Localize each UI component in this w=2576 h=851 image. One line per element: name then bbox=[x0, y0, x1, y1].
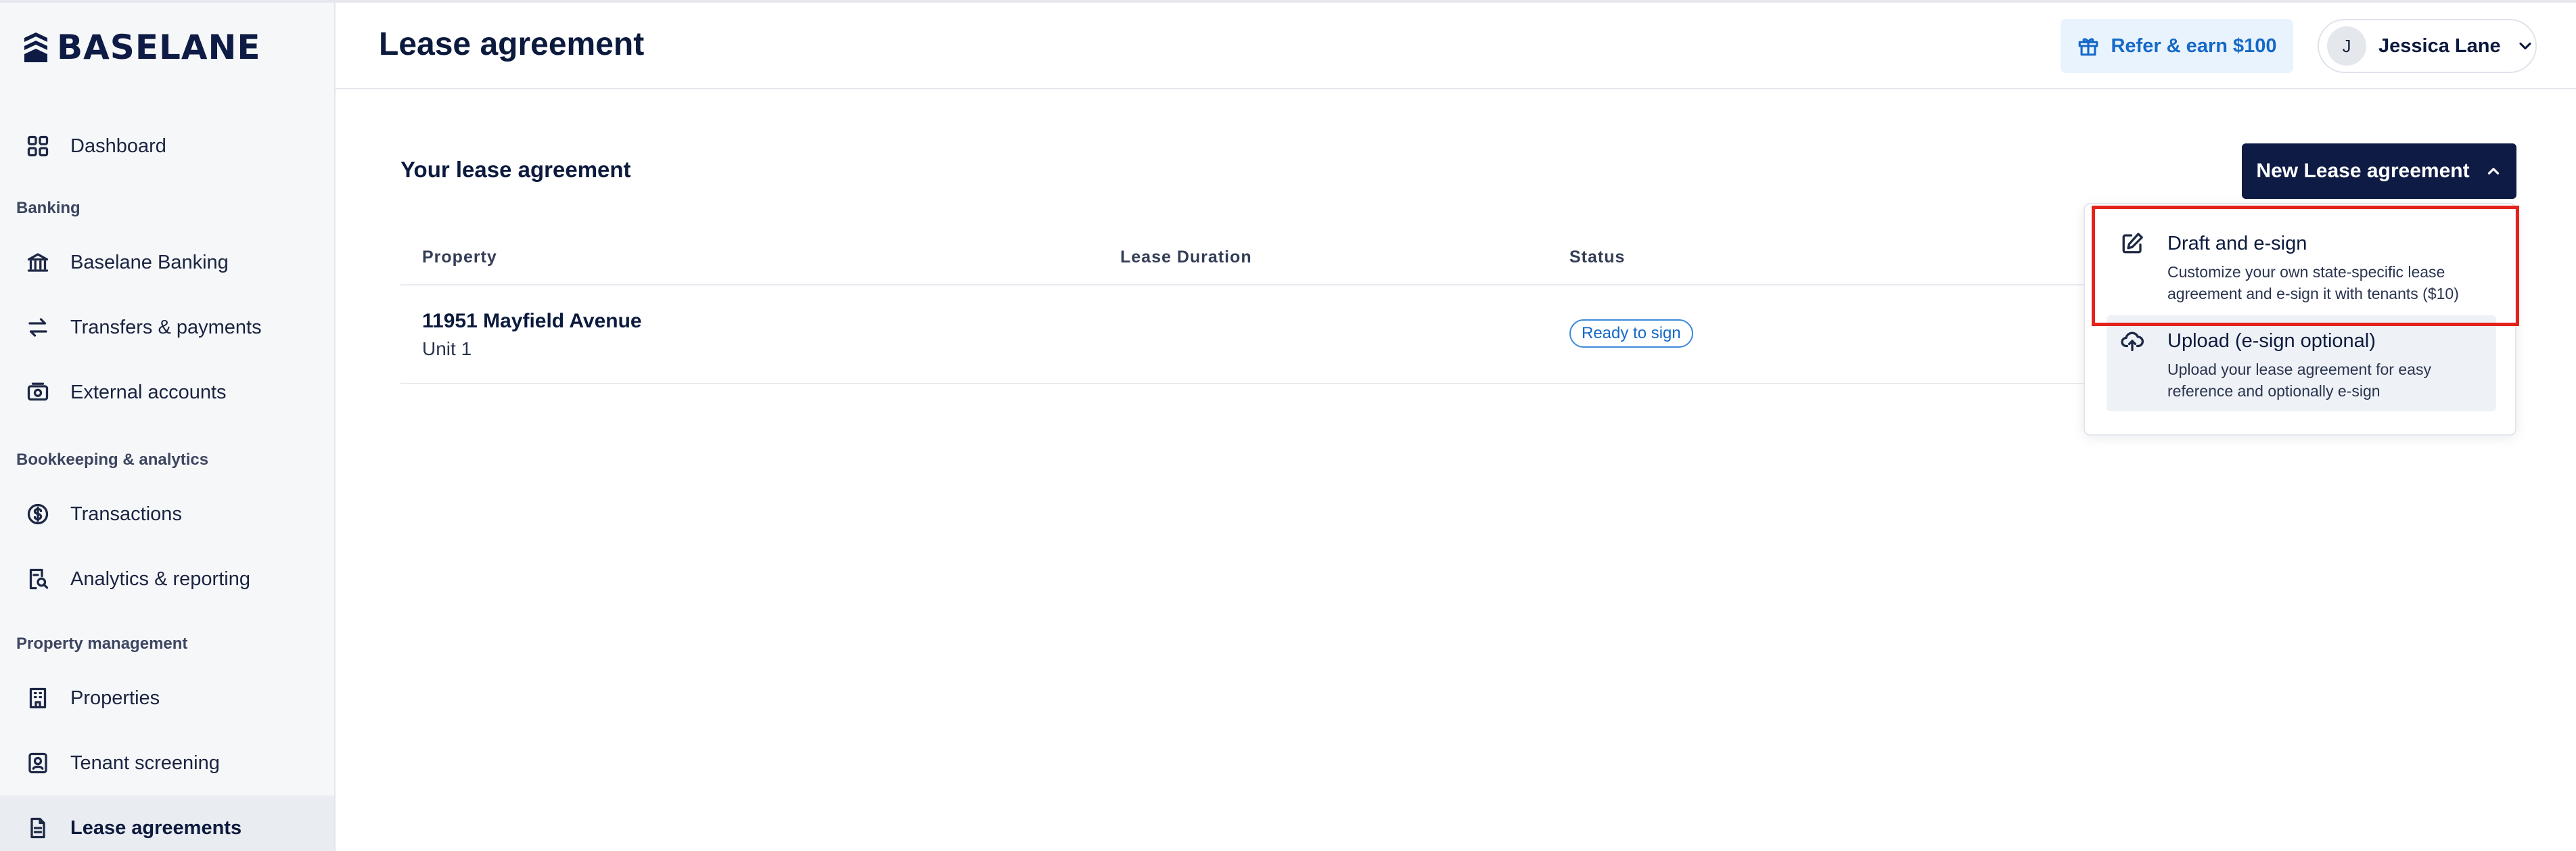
sidebar-item-tenant-screening[interactable]: Tenant screening bbox=[0, 731, 334, 796]
transfer-arrows-icon bbox=[24, 314, 51, 341]
table-row[interactable]: 11951 Mayfield Avenue Unit 1 Ready to si… bbox=[400, 287, 2119, 384]
chevron-up-icon bbox=[2487, 168, 2499, 175]
baselane-logo-icon bbox=[24, 32, 47, 62]
menu-item-description: Upload your lease agreement for easy ref… bbox=[2167, 361, 2431, 400]
highlight-annotation-box bbox=[2092, 206, 2519, 326]
sidebar-item-label: Baselane Banking bbox=[70, 251, 229, 273]
user-badge-icon bbox=[24, 750, 51, 777]
brand-logo[interactable]: BASELANE bbox=[22, 28, 261, 67]
refer-earn-label: Refer & earn $100 bbox=[2111, 34, 2277, 57]
sidebar-item-external-accounts[interactable]: External accounts bbox=[0, 360, 334, 425]
sidebar-item-label: Transfers & payments bbox=[70, 316, 262, 338]
section-label-property: Property management bbox=[16, 635, 188, 653]
column-header-property[interactable]: Property bbox=[422, 248, 497, 267]
new-lease-agreement-label: New Lease agreement bbox=[2256, 160, 2470, 182]
column-header-status[interactable]: Status bbox=[1569, 248, 1625, 267]
cloud-upload-icon bbox=[2120, 329, 2146, 354]
column-header-lease-duration[interactable]: Lease Duration bbox=[1120, 248, 1252, 267]
sidebar-item-label: Properties bbox=[70, 687, 160, 709]
table-header: Property Lease Duration Status bbox=[400, 230, 2119, 285]
section-label-banking: Banking bbox=[16, 199, 80, 217]
top-header: Lease agreement Refer & earn $100 J Jess… bbox=[336, 3, 2576, 89]
building-icon bbox=[24, 685, 51, 712]
sidebar-item-label: External accounts bbox=[70, 381, 227, 403]
gift-icon bbox=[2079, 38, 2098, 56]
sidebar-item-label: Tenant screening bbox=[70, 752, 220, 774]
sidebar-item-label: Analytics & reporting bbox=[70, 568, 250, 590]
sidebar: BASELANE Dashboard Banking Baselane Bank… bbox=[0, 3, 336, 851]
sidebar-item-label: Dashboard bbox=[70, 135, 166, 157]
page-title: Lease agreement bbox=[379, 26, 645, 62]
sidebar-item-lease-agreements[interactable]: Lease agreements bbox=[0, 796, 334, 851]
sidebar-item-analytics[interactable]: Analytics & reporting bbox=[0, 547, 334, 612]
section-title: Your lease agreement bbox=[400, 157, 631, 182]
user-menu-button[interactable]: J Jessica Lane bbox=[2318, 19, 2537, 73]
dollar-circle-icon bbox=[24, 501, 51, 528]
property-name: 11951 Mayfield Avenue bbox=[422, 310, 642, 332]
property-unit: Unit 1 bbox=[422, 338, 472, 359]
sidebar-item-transactions[interactable]: Transactions bbox=[0, 482, 334, 547]
section-label-bookkeeping: Bookkeeping & analytics bbox=[16, 451, 209, 469]
sidebar-item-baselane-banking[interactable]: Baselane Banking bbox=[0, 230, 334, 295]
sidebar-item-label: Lease agreements bbox=[70, 816, 242, 839]
cash-icon bbox=[24, 379, 51, 406]
sidebar-item-label: Transactions bbox=[70, 503, 182, 525]
sidebar-item-dashboard[interactable]: Dashboard bbox=[0, 114, 334, 179]
avatar: J bbox=[2327, 26, 2366, 66]
document-icon bbox=[24, 814, 51, 842]
grid-icon bbox=[24, 133, 51, 160]
report-search-icon bbox=[24, 566, 51, 593]
user-name: Jessica Lane bbox=[2378, 34, 2501, 57]
bank-icon bbox=[24, 249, 51, 276]
new-lease-agreement-button[interactable]: New Lease agreement bbox=[2242, 143, 2516, 199]
refer-earn-button[interactable]: Refer & earn $100 bbox=[2061, 19, 2293, 73]
sidebar-item-transfers[interactable]: Transfers & payments bbox=[0, 295, 334, 360]
menu-item-upload[interactable]: Upload (e-sign optional) Upload your lea… bbox=[2107, 315, 2496, 411]
chevron-down-icon bbox=[2519, 42, 2531, 50]
status-badge: Ready to sign bbox=[1569, 319, 1693, 348]
brand-name: BASELANE bbox=[57, 28, 261, 67]
sidebar-item-properties[interactable]: Properties bbox=[0, 666, 334, 731]
menu-item-title: Upload (e-sign optional) bbox=[2167, 330, 2376, 352]
